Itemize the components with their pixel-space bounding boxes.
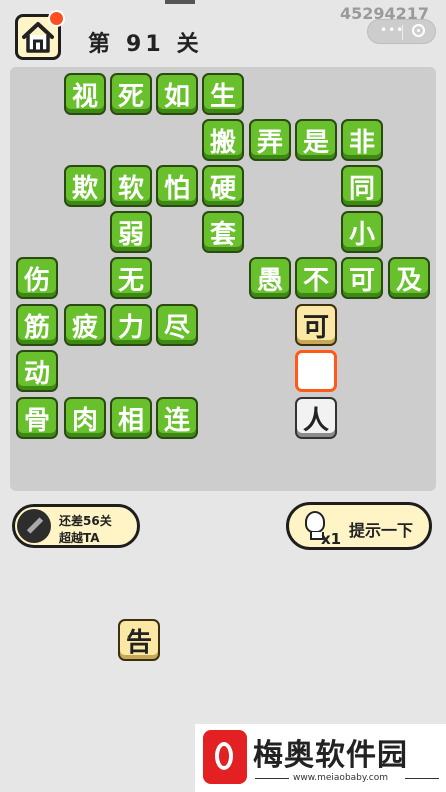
rank-challenge-button[interactable]: 还差56关 超越TA	[12, 504, 140, 548]
mini-program-capsule[interactable]: •••	[367, 19, 436, 44]
board-tile: 硬	[202, 165, 244, 207]
hint-count: x1	[321, 530, 342, 548]
level-prefix: 第	[88, 32, 115, 57]
board-tile: 弄	[249, 119, 291, 161]
hint-label: 提示一下	[349, 521, 414, 540]
board-tile[interactable]: 人	[295, 397, 337, 439]
board-tile: 如	[156, 73, 198, 115]
board-tile: 弱	[110, 211, 152, 253]
board-tile: 力	[110, 304, 152, 346]
close-miniprogram-icon[interactable]	[412, 24, 425, 37]
board-tile: 是	[295, 119, 337, 161]
board-tile: 可	[341, 257, 383, 299]
board-tile: 软	[110, 165, 152, 207]
board-tile: 不	[295, 257, 337, 299]
board-tile: 怕	[156, 165, 198, 207]
board-tile: 套	[202, 211, 244, 253]
board-tile: 尽	[156, 304, 198, 346]
watermark-dash-left	[255, 778, 289, 779]
board-tile: 小	[341, 211, 383, 253]
watermark: 梅奥软件园 www.meiaobaby.com	[195, 724, 446, 792]
notification-dot	[48, 10, 65, 27]
board-tile: 筋	[16, 304, 58, 346]
level-title: 第 91 关	[88, 26, 215, 58]
board-tile: 疲	[64, 304, 106, 346]
more-icon[interactable]: •••	[380, 23, 404, 37]
level-number: 91	[126, 32, 165, 57]
watermark-dash-right	[405, 778, 439, 779]
board-tile: 死	[110, 73, 152, 115]
puzzle-board: 视死如生搬弄是非欺软怕硬同弱套小伤无愚不可及筋疲力尽可动骨肉相连人	[10, 67, 436, 491]
board-tile: 肉	[64, 397, 106, 439]
friend-avatar	[17, 509, 51, 543]
board-tile: 相	[110, 397, 152, 439]
answer-choice-tile[interactable]: 告	[118, 619, 160, 661]
home-button[interactable]	[15, 10, 65, 60]
board-tile: 欺	[64, 165, 106, 207]
board-tile: 骨	[16, 397, 58, 439]
hint-button[interactable]: x1 提示一下	[286, 502, 432, 550]
board-tile: 愚	[249, 257, 291, 299]
board-tile: 无	[110, 257, 152, 299]
watermark-title: 梅奥软件园	[253, 738, 408, 773]
board-tile: 同	[341, 165, 383, 207]
board-tile[interactable]: 可	[295, 304, 337, 346]
capsule-divider	[402, 25, 403, 40]
board-tile: 及	[388, 257, 430, 299]
blank-answer-slot[interactable]	[295, 350, 337, 392]
board-tile: 伤	[16, 257, 58, 299]
dragon-logo-icon	[203, 730, 247, 784]
board-tile: 连	[156, 397, 198, 439]
rank-surpass-label: 超越TA	[59, 531, 100, 545]
board-tile: 搬	[202, 119, 244, 161]
board-tile: 非	[341, 119, 383, 161]
level-suffix: 关	[176, 32, 203, 57]
board-tile: 生	[202, 73, 244, 115]
watermark-url: www.meiaobaby.com	[293, 773, 389, 783]
board-tile: 动	[16, 350, 58, 392]
board-tile: 视	[64, 73, 106, 115]
rank-levels-behind: 还差56关	[59, 514, 112, 528]
top-edge-marker	[165, 0, 195, 4]
